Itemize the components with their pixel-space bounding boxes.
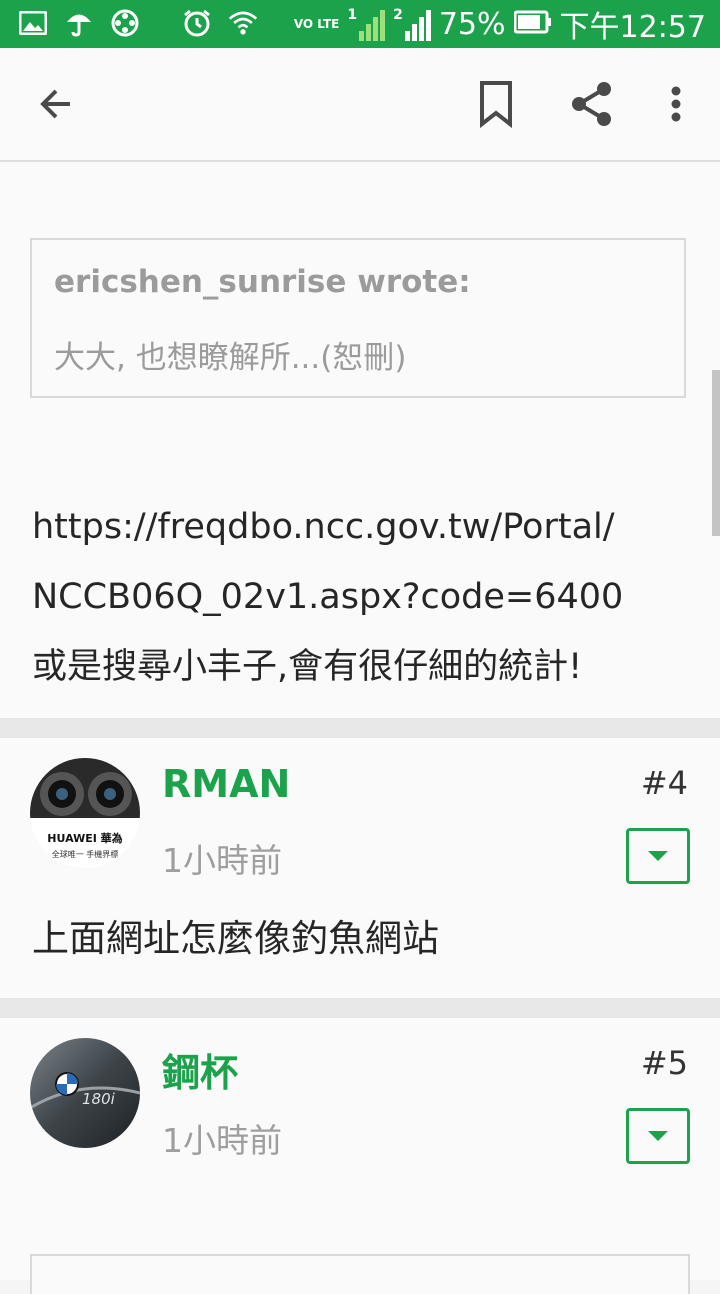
avatar[interactable]: HUAWEI 華為 全球唯一 手機界標 [30, 758, 140, 868]
quote-block[interactable]: ericshen_sunrise wrote: 大大, 也想瞭解所...(恕刪) [30, 238, 686, 398]
gallery-icon [18, 8, 48, 38]
alarm-icon [182, 8, 212, 38]
more-vert-icon [671, 86, 681, 122]
share-icon [572, 82, 611, 126]
bookmark-icon [480, 81, 512, 128]
reply-post: HUAWEI 華為 全球唯一 手機界標 RMAN 1小時前 #4 上面網址怎麼像… [0, 738, 720, 998]
volte-indicator: VO LTE [293, 17, 340, 31]
quote-author: ericshen_sunrise wrote: [54, 264, 471, 300]
back-arrow-icon [40, 89, 70, 119]
bookmark-button[interactable] [468, 76, 524, 132]
avatar-slogan-text: 全球唯一 手機界標 [52, 849, 119, 859]
more-options-button[interactable] [648, 76, 704, 132]
film-icon [110, 8, 140, 38]
back-button[interactable] [28, 76, 84, 132]
post-divider [0, 998, 720, 1018]
post-time: 1小時前 [162, 841, 282, 880]
post-link-line2[interactable]: NCCB06Q_02v1.aspx?code=6400 [32, 562, 692, 632]
battery-icon [513, 7, 552, 42]
floor-number: #4 [640, 764, 688, 802]
post-link-line1[interactable]: https://freqdbo.ncc.gov.tw/Portal/ [32, 492, 692, 562]
sim2-signal-icon: 2 [393, 7, 431, 41]
avatar[interactable]: 180i [30, 1038, 140, 1148]
avatar-model-text: 180i [82, 1090, 116, 1108]
caret-down-icon [648, 851, 668, 861]
app-toolbar [0, 48, 720, 162]
share-button[interactable] [564, 76, 620, 132]
caret-down-icon [648, 1131, 668, 1141]
wifi-icon [228, 8, 258, 38]
quote-text: 大大, 也想瞭解所...(恕刪) [54, 340, 407, 376]
umbrella-icon [64, 8, 94, 38]
post-content: ericshen_sunrise wrote: 大大, 也想瞭解所...(恕刪)… [0, 162, 720, 718]
battery-percent: 75% [438, 6, 506, 42]
post-divider [0, 718, 720, 738]
post-menu-button[interactable] [626, 828, 690, 884]
sim1-signal-icon: 1 [347, 7, 386, 41]
username[interactable]: RMAN [162, 762, 290, 806]
username[interactable]: 鋼杯 [162, 1042, 238, 1097]
post-time: 1小時前 [162, 1121, 282, 1160]
quote-block[interactable] [30, 1254, 690, 1294]
status-bar: VO LTE 1 2 75% 下午12:57 [0, 0, 720, 48]
post-body: https://freqdbo.ncc.gov.tw/Portal/ NCCB0… [32, 492, 692, 702]
floor-number: #5 [640, 1044, 688, 1082]
avatar-brand-text: HUAWEI 華為 [47, 831, 122, 845]
reply-text: 上面網址怎麼像釣魚網站 [32, 917, 439, 960]
reply-post: 180i 鋼杯 1小時前 #5 [0, 1018, 720, 1280]
post-text-line: 或是搜尋小丰子,會有很仔細的統計! [32, 647, 583, 687]
clock: 下午12:57 [559, 10, 706, 45]
scrollbar[interactable] [712, 370, 720, 536]
post-menu-button[interactable] [626, 1108, 690, 1164]
